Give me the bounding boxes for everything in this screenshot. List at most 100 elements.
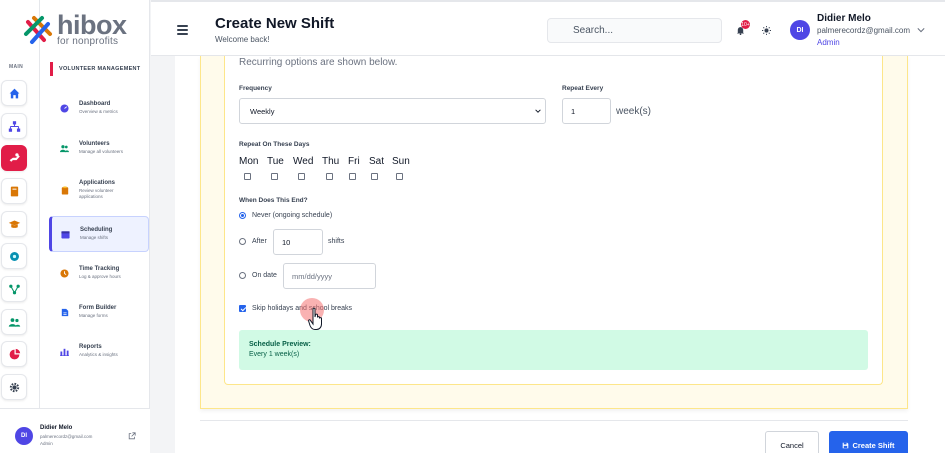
end-after-unit: shifts (328, 238, 345, 245)
end-never-radio[interactable] (239, 212, 246, 219)
chevron-down-icon (535, 109, 541, 113)
day-label-tue: Tue (267, 156, 284, 167)
rail-education-button[interactable] (1, 211, 27, 237)
end-label: When Does This End? (239, 197, 308, 204)
end-after-label: After (252, 238, 267, 245)
day-checkbox-sat[interactable] (371, 173, 378, 180)
day-checkbox-sun[interactable] (396, 173, 403, 180)
network-icon (8, 284, 20, 294)
sidebar-item-reports[interactable]: Reports Analytics & insights (49, 333, 149, 369)
search-input[interactable] (547, 18, 722, 43)
header-user-role: Admin (817, 38, 840, 47)
rail-network-button[interactable] (1, 276, 27, 302)
book-icon (10, 186, 18, 196)
sidebar-item-label: Time Tracking (79, 266, 120, 273)
sidebar-user-role: Admin (40, 441, 53, 446)
sidebar-item-form-builder[interactable]: Form Builder Manage forms (49, 294, 149, 330)
day-checkbox-fri[interactable] (349, 173, 356, 180)
schedule-preview (239, 330, 868, 370)
notification-badge: 10+ (741, 20, 750, 29)
dashboard-icon (60, 103, 69, 113)
rail-chart-button[interactable] (1, 341, 27, 367)
rail-circle-button[interactable] (1, 243, 27, 269)
rail-org-button[interactable] (1, 113, 27, 139)
day-label-thu: Thu (322, 156, 340, 167)
menu-toggle-icon[interactable] (177, 25, 188, 35)
rail-section-label: MAIN (9, 64, 23, 70)
day-checkbox-tue[interactable] (271, 173, 278, 180)
sidebar-item-volunteers[interactable]: Volunteers Manage all volunteers (49, 130, 149, 166)
external-link-icon[interactable] (128, 432, 136, 440)
sidebar-item-sublabel: Review volunteer applications (79, 188, 114, 199)
rail-volunteer-button[interactable] (1, 145, 27, 171)
sidebar-item-label: Volunteers (79, 141, 110, 148)
sidebar-user-card[interactable]: DI Didier Melo palmerecordz@gmail.com Ad… (0, 408, 150, 453)
calendar-icon (61, 230, 70, 239)
create-shift-button[interactable]: Create Shift (829, 431, 908, 453)
sidebar-item-sublabel: Manage forms (79, 312, 108, 318)
frequency-value: Weekly (250, 106, 275, 116)
rail-settings-button[interactable] (1, 374, 27, 400)
skip-holidays-checkbox[interactable] (239, 305, 246, 312)
page-title: Create New Shift (215, 15, 335, 32)
footer-divider (200, 420, 908, 421)
day-label-sat: Sat (369, 156, 385, 167)
sidebar-user-email: palmerecordz@gmail.com (40, 434, 93, 439)
rail-home-button[interactable] (1, 80, 27, 106)
bar-chart-icon (60, 347, 69, 356)
end-never-label: Never (ongoing schedule) (252, 212, 333, 219)
sidebar-item-label: Reports (79, 344, 102, 351)
hibox-logo-icon (24, 15, 52, 44)
preview-title: Schedule Preview: (249, 341, 311, 348)
day-checkbox-thu[interactable] (326, 173, 333, 180)
people-icon (8, 317, 20, 327)
chevron-down-icon[interactable] (917, 27, 925, 33)
frequency-select[interactable]: Weekly (239, 98, 546, 124)
sun-icon[interactable] (762, 26, 771, 35)
end-after-input[interactable]: 10 (273, 229, 323, 255)
end-date-label: On date (252, 272, 277, 279)
cancel-button[interactable]: Cancel (765, 431, 819, 453)
circle-dot-icon (9, 251, 19, 261)
end-date-radio[interactable] (239, 272, 246, 279)
day-label-sun: Sun (392, 156, 410, 167)
avatar[interactable]: DI (790, 20, 810, 40)
sidebar-item-scheduling[interactable]: Scheduling Manage shifts (49, 216, 149, 252)
sidebar-item-label: Form Builder (79, 305, 117, 312)
sidebar-item-applications[interactable]: Applications Review volunteer application… (49, 170, 149, 210)
save-icon (843, 442, 849, 448)
sidebar-item-label: Scheduling (80, 227, 113, 234)
logo-wordmark: hibox (57, 10, 127, 40)
end-date-input[interactable]: mm/dd/yyyy (283, 263, 376, 289)
end-after-value: 10 (282, 237, 291, 247)
top-header: Create New Shift Welcome back! 10+ DI Di… (151, 0, 945, 56)
repeat-days-label: Repeat On These Days (239, 141, 310, 148)
logo-tagline: for nonprofits (57, 36, 119, 47)
recurring-note: Recurring options are shown below. (239, 57, 398, 68)
header-user-name: Didier Melo (817, 13, 871, 24)
gear-icon (9, 382, 19, 392)
day-label-fri: Fri (348, 156, 360, 167)
frequency-label: Frequency (239, 85, 272, 92)
preview-text: Every 1 week(s) (249, 351, 300, 358)
app-logo[interactable]: hibox for nonprofits (22, 12, 127, 47)
repeat-every-unit: week(s) (616, 106, 652, 117)
repeat-every-input[interactable]: 1 (562, 98, 611, 124)
sidebar-item-label: Applications (79, 180, 116, 187)
rail-people-button[interactable] (1, 309, 27, 335)
day-checkbox-wed[interactable] (298, 173, 305, 180)
sidebar-item-label: Dashboard (79, 101, 111, 108)
sidebar-item-dashboard[interactable]: Dashboard Overview & metrics (49, 90, 149, 126)
rail-book-button[interactable] (1, 178, 27, 204)
sitemap-icon (8, 120, 20, 132)
graduation-cap-icon (8, 219, 20, 228)
header-user-email: palmerecordz@gmail.com (817, 26, 911, 35)
repeat-every-label: Repeat Every (562, 85, 604, 92)
day-checkbox-mon[interactable] (244, 173, 251, 180)
pie-chart-icon (9, 348, 20, 359)
clock-icon (60, 268, 69, 278)
avatar: DI (15, 427, 33, 445)
sidebar-section-title: VOLUNTEER MANAGEMENT (50, 62, 140, 76)
sidebar-item-time-tracking[interactable]: Time Tracking Log & approve hours (49, 255, 149, 291)
end-after-radio[interactable] (239, 238, 246, 245)
